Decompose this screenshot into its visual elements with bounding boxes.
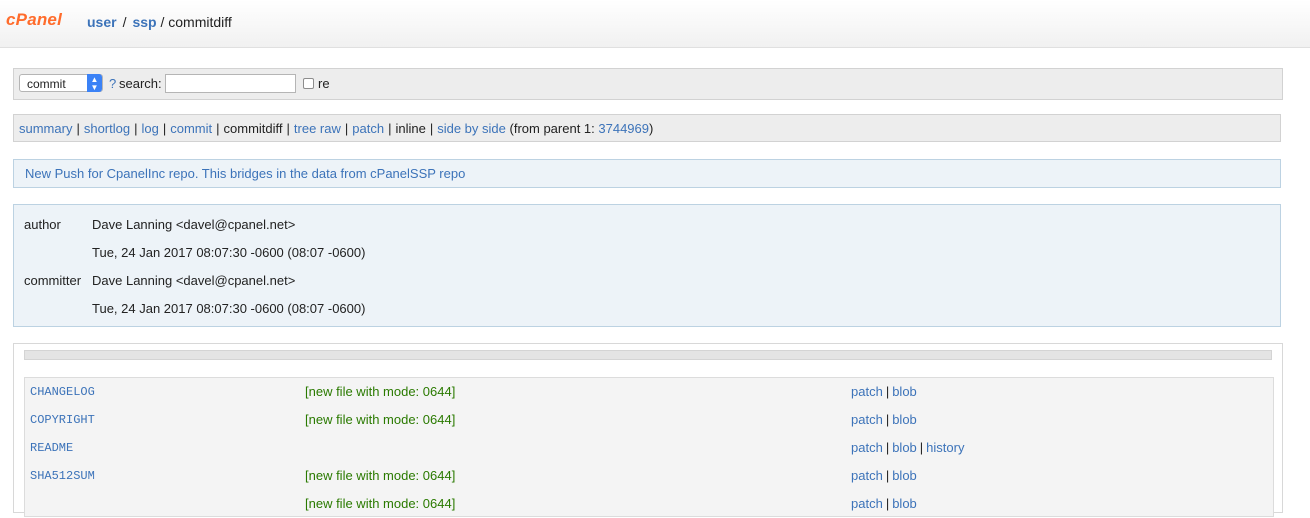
file-actions: patch | blob xyxy=(851,468,917,483)
search-input[interactable] xyxy=(165,74,296,93)
committer-link[interactable]: Dave Lanning <davel@cpanel.net> xyxy=(92,273,295,288)
file-action-separator: | xyxy=(919,440,924,455)
file-history-link[interactable]: history xyxy=(926,440,964,455)
search-label: search: xyxy=(119,76,162,91)
commit-info-box: author Dave Lanning <davel@cpanel.net> T… xyxy=(13,204,1281,327)
commit-title-box: New Push for CpanelInc repo. This bridge… xyxy=(13,159,1281,188)
file-status: [new file with mode: 0644] xyxy=(305,412,456,427)
file-blob-link[interactable]: blob xyxy=(892,496,917,511)
nav-separator: | xyxy=(216,121,220,136)
file-blob-link[interactable]: blob xyxy=(892,384,917,399)
file-patch-link[interactable]: patch xyxy=(851,496,883,511)
search-type-value: commit xyxy=(27,77,66,91)
nav-commitdiff-current: commitdiff xyxy=(223,121,283,136)
file-row: README patch | blob | history xyxy=(25,434,1273,462)
file-patch-link[interactable]: patch xyxy=(851,440,883,455)
file-blob-link[interactable]: blob xyxy=(892,440,917,455)
regex-label: re xyxy=(318,76,330,91)
search-type-select[interactable]: commit ▲ ▼ xyxy=(19,74,103,92)
file-actions: patch | blob | history xyxy=(851,440,964,455)
nav-shortlog-link[interactable]: shortlog xyxy=(84,121,130,136)
search-bar: commit ▲ ▼ ? search: re xyxy=(13,68,1283,100)
diff-tree-box: CHANGELOG [new file with mode: 0644] pat… xyxy=(13,343,1283,517)
nav-from-parent-prefix: (from parent 1: xyxy=(509,121,599,136)
select-arrows-icon: ▲ ▼ xyxy=(87,74,102,92)
nav-separator: | xyxy=(76,121,80,136)
author-label: author xyxy=(24,217,61,232)
file-action-separator: | xyxy=(885,496,890,511)
file-action-separator: | xyxy=(885,440,890,455)
nav-from-parent-suffix: ) xyxy=(649,121,654,136)
nav-patch-link[interactable]: patch xyxy=(352,121,384,136)
author-link[interactable]: Dave Lanning <davel@cpanel.net> xyxy=(92,217,295,232)
file-name-link[interactable]: COPYRIGHT xyxy=(30,413,95,427)
file-action-separator: | xyxy=(885,468,890,483)
file-blob-link[interactable]: blob xyxy=(892,468,917,483)
committer-date: Tue, 24 Jan 2017 08:07:30 -0600 (08:07 -… xyxy=(92,301,366,316)
nav-separator: | xyxy=(388,121,392,136)
file-row: CHANGELOG [new file with mode: 0644] pat… xyxy=(25,378,1273,406)
file-row: SHA512SUM [new file with mode: 0644] pat… xyxy=(25,462,1273,490)
nav-separator: | xyxy=(286,121,290,136)
search-help-link[interactable]: ? xyxy=(109,76,116,91)
file-actions: patch | blob xyxy=(851,412,917,427)
breadcrumb-separator: / xyxy=(122,14,127,30)
nav-side-by-side-link[interactable]: side by side xyxy=(437,121,506,136)
file-patch-link[interactable]: patch xyxy=(851,384,883,399)
file-blob-link[interactable]: blob xyxy=(892,412,917,427)
file-list: CHANGELOG [new file with mode: 0644] pat… xyxy=(24,377,1274,517)
breadcrumb: user / ssp / commitdiff xyxy=(87,14,232,30)
nav-tree-raw-link[interactable]: tree raw xyxy=(294,121,341,136)
nav-separator: | xyxy=(429,121,434,136)
file-patch-link[interactable]: patch xyxy=(851,412,883,427)
commit-title-link[interactable]: New Push for CpanelInc repo. This bridge… xyxy=(25,166,465,181)
page-header: cPanel user / ssp / commitdiff xyxy=(0,0,1310,48)
file-row: [new file with mode: 0644] patch | blob xyxy=(25,490,1273,518)
nav-log-link[interactable]: log xyxy=(141,121,158,136)
nav-separator: | xyxy=(162,121,167,136)
nav-inline-current: inline xyxy=(395,121,426,136)
nav-commit-link[interactable]: commit xyxy=(170,121,212,136)
nav-separator: | xyxy=(344,121,349,136)
breadcrumb-user-link[interactable]: user xyxy=(87,14,117,30)
file-action-separator: | xyxy=(885,412,890,427)
commit-nav-bar: summary | shortlog | log | commit | commitdiff | t… xyxy=(13,114,1281,142)
file-name-link[interactable]: README xyxy=(30,441,73,455)
file-name-link[interactable]: SHA512SUM xyxy=(30,469,95,483)
file-name-link[interactable]: CHANGELOG xyxy=(30,385,95,399)
breadcrumb-repo-link[interactable]: ssp xyxy=(132,14,156,30)
cpanel-logo[interactable]: cPanel xyxy=(6,10,62,30)
breadcrumb-current: / commitdiff xyxy=(160,14,232,30)
file-actions: patch | blob xyxy=(851,496,917,511)
file-status: [new file with mode: 0644] xyxy=(305,384,456,399)
file-row: COPYRIGHT [new file with mode: 0644] pat… xyxy=(25,406,1273,434)
file-status: [new file with mode: 0644] xyxy=(305,468,456,483)
file-status: [new file with mode: 0644] xyxy=(305,496,456,511)
author-date: Tue, 24 Jan 2017 08:07:30 -0600 (08:07 -… xyxy=(92,245,366,260)
nav-separator: | xyxy=(134,121,138,136)
nav-summary-link[interactable]: summary xyxy=(19,121,72,136)
file-patch-link[interactable]: patch xyxy=(851,468,883,483)
file-action-separator: | xyxy=(885,384,890,399)
regex-checkbox[interactable] xyxy=(303,78,314,89)
committer-label: committer xyxy=(24,273,82,288)
nav-parent-hash-link[interactable]: 3744969 xyxy=(598,121,649,136)
diff-progress-bar xyxy=(24,350,1272,360)
file-actions: patch | blob xyxy=(851,384,917,399)
